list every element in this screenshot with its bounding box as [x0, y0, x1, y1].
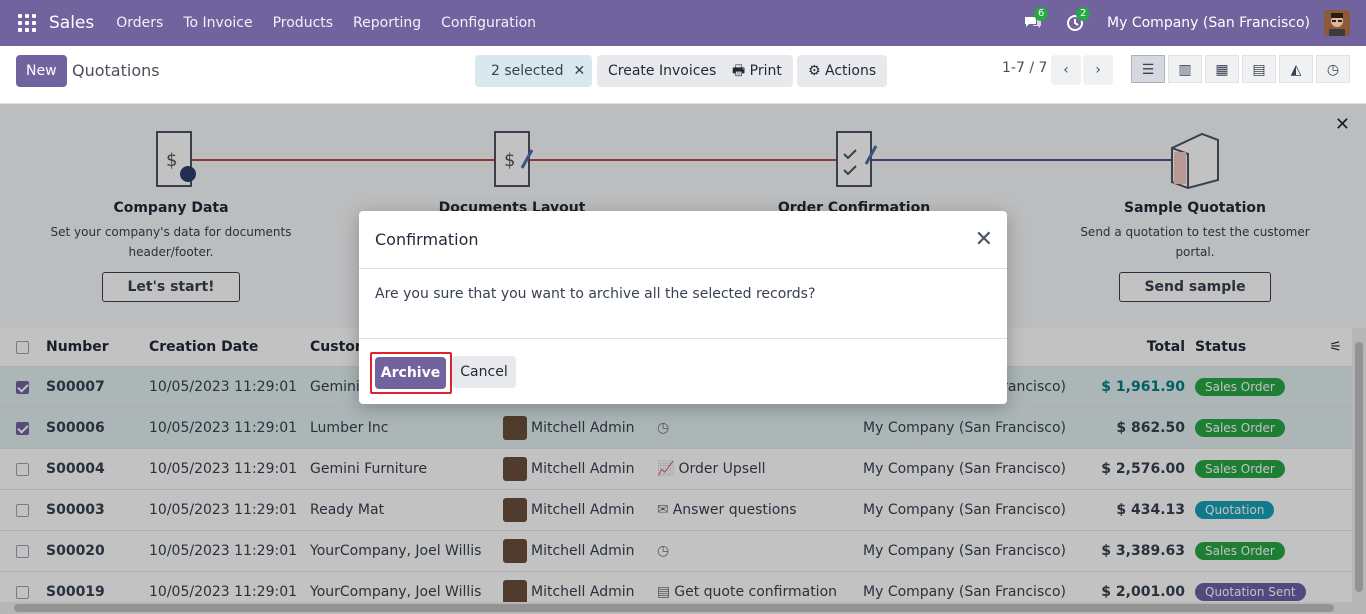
- confirmation-dialog: Confirmation ✕ Are you sure that you wan…: [359, 211, 1007, 404]
- main-menu: Orders To Invoice Products Reporting Con…: [116, 15, 556, 31]
- list-view-icon[interactable]: ☰: [1131, 55, 1165, 83]
- dialog-header: Confirmation ✕: [359, 211, 1007, 269]
- activity-view-icon[interactable]: ◷: [1316, 55, 1350, 83]
- messages-icon[interactable]: 6: [1023, 7, 1049, 33]
- gear-icon: ⚙: [808, 63, 821, 79]
- selected-count: 2 selected: [491, 63, 564, 79]
- pager-value[interactable]: 1-7 / 7: [1002, 60, 1047, 76]
- calendar-view-icon[interactable]: ▦: [1205, 55, 1239, 83]
- print-icon: 🖶: [732, 63, 746, 79]
- pivot-view-icon[interactable]: ▤: [1242, 55, 1276, 83]
- dialog-message: Are you sure that you want to archive al…: [359, 269, 1007, 339]
- actions-label: Actions: [825, 63, 877, 79]
- menu-products[interactable]: Products: [273, 15, 333, 31]
- unselect-all-icon[interactable]: ✕: [573, 63, 585, 79]
- print-button[interactable]: 🖶 Print: [721, 55, 793, 87]
- actions-button[interactable]: ⚙ Actions: [797, 55, 888, 87]
- menu-configuration[interactable]: Configuration: [441, 15, 536, 31]
- selection-indicator: 2 selected ✕: [475, 55, 592, 87]
- messages-count-badge: 6: [1034, 7, 1049, 21]
- page-title[interactable]: Quotations: [72, 61, 160, 80]
- dialog-footer: Archive Cancel: [359, 339, 1007, 403]
- top-navbar: Sales Orders To Invoice Products Reporti…: [0, 0, 1366, 46]
- menu-to-invoice[interactable]: To Invoice: [183, 15, 252, 31]
- activities-count-badge: 2: [1076, 7, 1091, 21]
- print-label: Print: [749, 63, 782, 79]
- activities-clock-icon[interactable]: 2: [1065, 7, 1091, 33]
- kanban-view-icon[interactable]: ▥: [1168, 55, 1202, 83]
- navbar-systray: 6 2 My Company (San Francisco): [1023, 0, 1366, 46]
- app-brand[interactable]: Sales: [49, 13, 94, 33]
- control-panel: New Quotations 2 selected ✕ Create Invoi…: [0, 46, 1366, 104]
- menu-reporting[interactable]: Reporting: [353, 15, 421, 31]
- pager-next-button[interactable]: ›: [1083, 55, 1113, 85]
- close-dialog-icon[interactable]: ✕: [975, 227, 993, 252]
- company-switcher[interactable]: My Company (San Francisco): [1107, 15, 1310, 31]
- apps-menu-icon[interactable]: [18, 14, 36, 32]
- dialog-title: Confirmation: [375, 230, 479, 249]
- menu-orders[interactable]: Orders: [116, 15, 163, 31]
- cancel-button[interactable]: Cancel: [452, 356, 516, 388]
- new-button[interactable]: New: [16, 55, 67, 87]
- user-avatar[interactable]: [1324, 10, 1350, 36]
- create-invoices-button[interactable]: Create Invoices: [597, 55, 728, 87]
- graph-view-icon[interactable]: ◭: [1279, 55, 1313, 83]
- archive-button[interactable]: Archive: [375, 357, 446, 389]
- pager-previous-button[interactable]: ‹: [1051, 55, 1081, 85]
